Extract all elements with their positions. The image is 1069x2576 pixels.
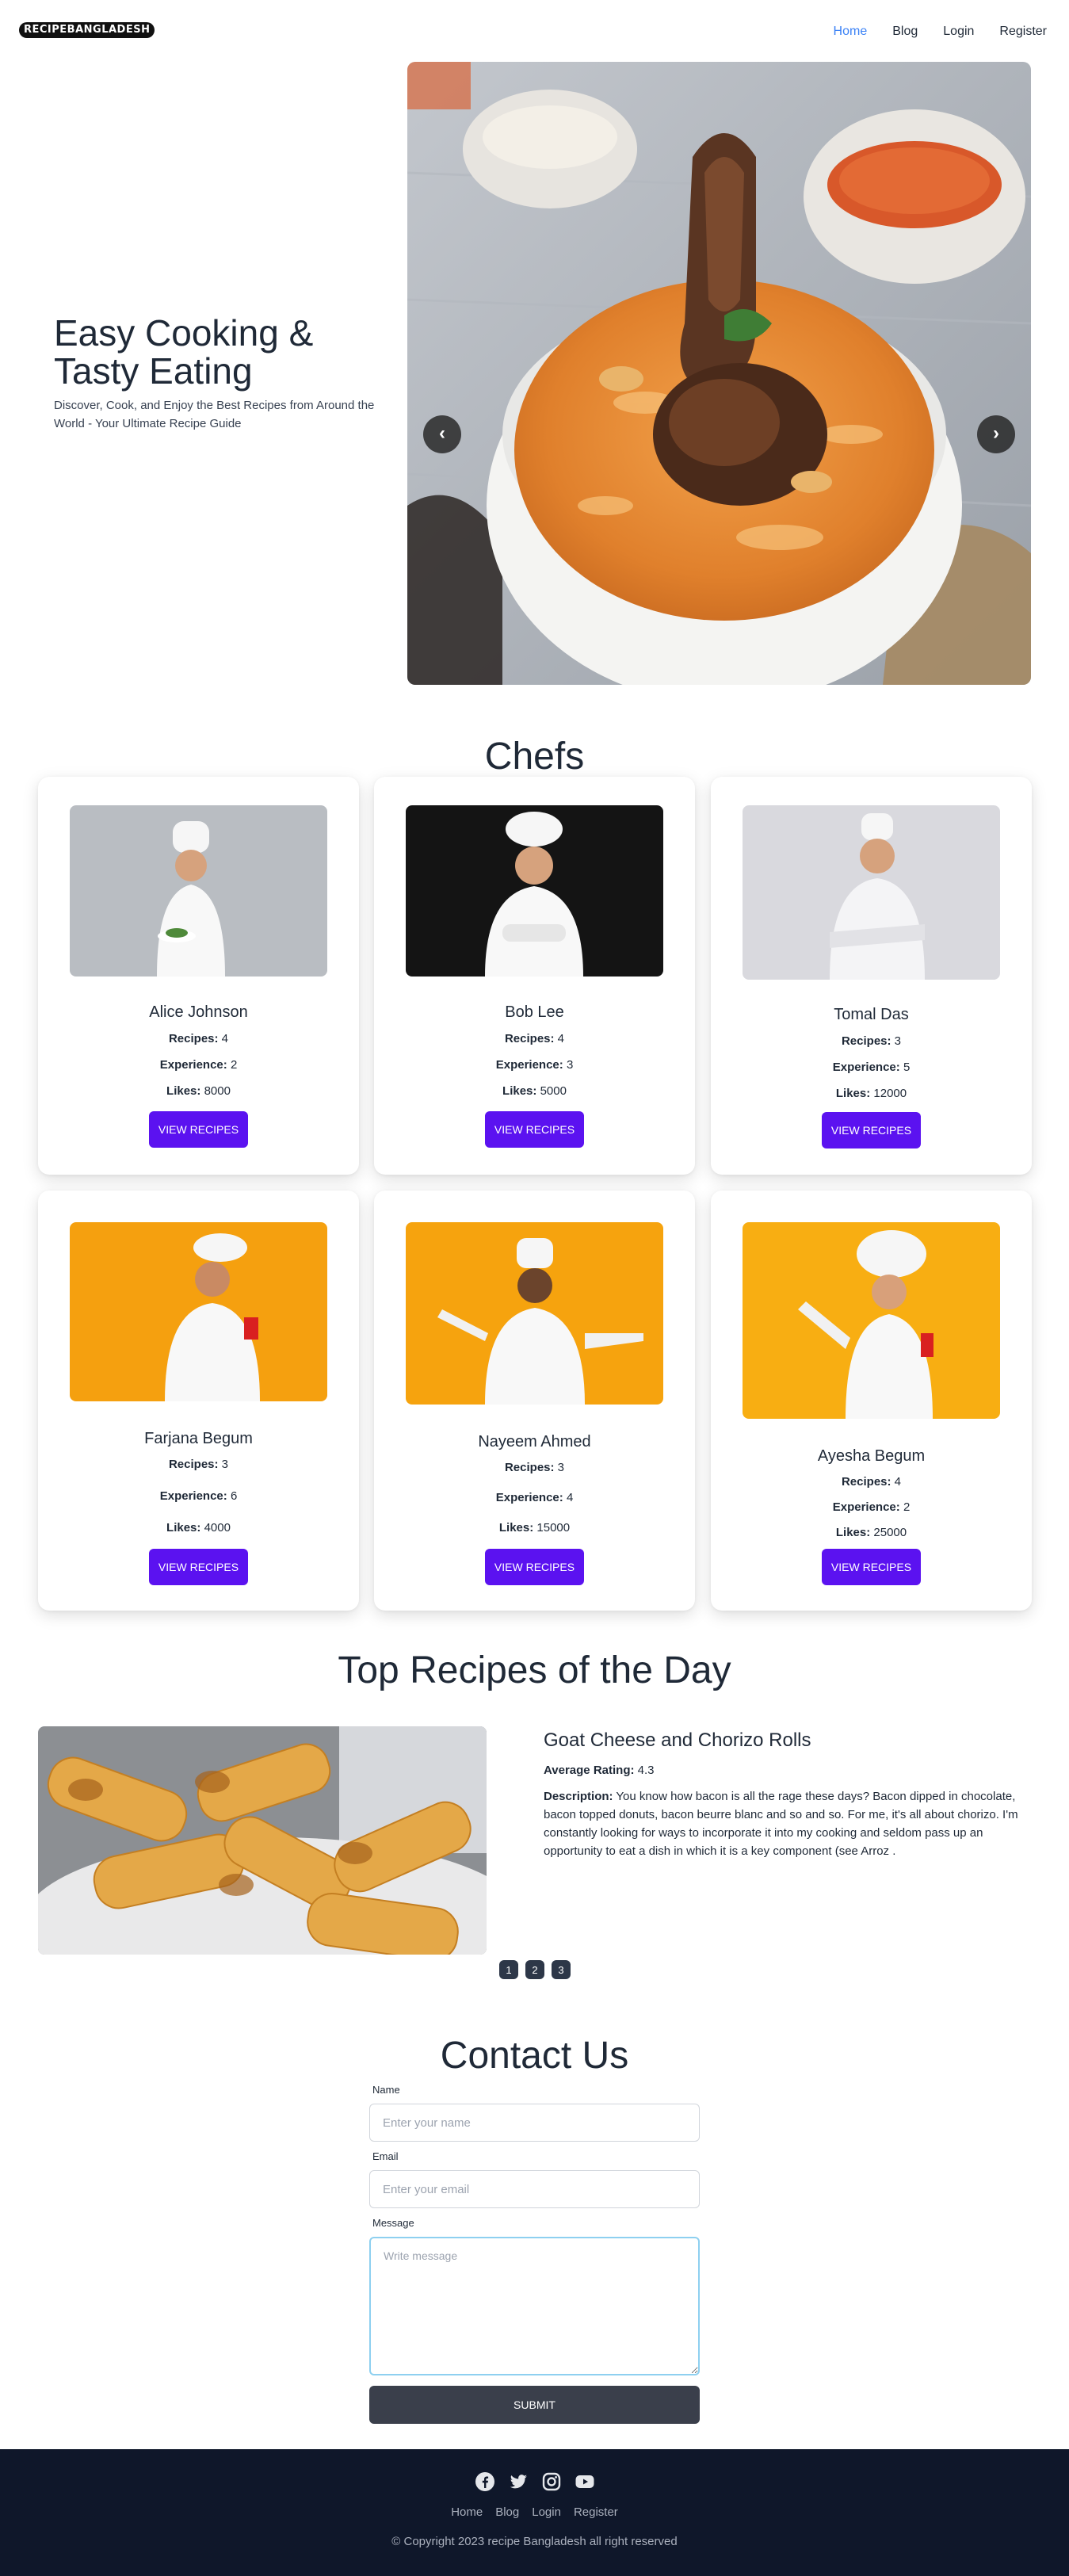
top-recipes-title: Top Recipes of the Day	[338, 1649, 731, 1691]
chef-card: Alice Johnson Recipes: 4 Experience: 2 L…	[38, 777, 359, 1175]
chef-likes: Likes: 5000	[502, 1084, 567, 1098]
hero-title: Easy Cooking & Tasty Eating	[54, 312, 314, 392]
chef-experience: Experience: 2	[159, 1058, 238, 1072]
submit-button[interactable]: Submit	[369, 2386, 700, 2424]
chef-recipes: Recipes: 3	[504, 1461, 565, 1474]
chef-experience: Experience: 2	[832, 1500, 911, 1514]
nav-link-blog[interactable]: Blog	[892, 24, 918, 40]
email-label: Email	[372, 2150, 399, 2162]
nav-links: Home Blog Login Register	[808, 24, 1047, 40]
footer: Home Blog Login Register © Copyright 202…	[0, 2449, 1069, 2576]
chef-likes: Likes: 8000	[166, 1084, 231, 1098]
chef-photo	[743, 805, 1000, 980]
social-links	[0, 2471, 1069, 2492]
biryani-photo	[407, 62, 1031, 685]
copyright-text: © Copyright 2023 recipe Bangladesh all r…	[391, 2535, 678, 2548]
contact-title: Contact Us	[440, 2035, 629, 2077]
chef-photo	[70, 805, 327, 977]
view-recipes-button[interactable]: View Recipes	[485, 1111, 584, 1148]
view-recipes-button[interactable]: View Recipes	[485, 1549, 584, 1585]
chef-photo	[406, 805, 663, 977]
chef-name: Nayeem Ahmed	[478, 1433, 591, 1450]
hero-subtitle: Discover, Cook, and Enjoy the Best Recip…	[54, 399, 375, 430]
chef-recipes: Recipes: 4	[168, 1032, 229, 1045]
chef-card: Bob Lee Recipes: 4 Experience: 3 Likes: …	[374, 777, 695, 1175]
recipe-photo	[38, 1726, 487, 1955]
chef-likes: Likes: 15000	[498, 1521, 571, 1535]
recipe-name: Goat Cheese and Chorizo Rolls	[544, 1729, 811, 1751]
name-label: Name	[372, 2084, 400, 2096]
chef-name: Alice Johnson	[149, 1003, 248, 1021]
name-field[interactable]	[369, 2104, 700, 2142]
nav-link-login[interactable]: Login	[943, 24, 974, 40]
chef-card: Nayeem Ahmed Recipes: 3 Experience: 4 Li…	[374, 1191, 695, 1611]
chef-name: Ayesha Begum	[817, 1447, 926, 1465]
footer-link-login[interactable]: Login	[532, 2505, 561, 2521]
chef-likes: Likes: 25000	[835, 1526, 907, 1539]
nav-link-register[interactable]: Register	[999, 24, 1047, 40]
facebook-icon[interactable]	[475, 2471, 495, 2492]
footer-link-register[interactable]: Register	[574, 2505, 618, 2521]
message-label: Message	[372, 2217, 414, 2229]
chef-experience: Experience: 3	[495, 1058, 574, 1072]
recipe-rating: Average Rating: 4.3	[544, 1764, 655, 1777]
chef-photo	[743, 1222, 1000, 1419]
recipe-info: Goat Cheese and Chorizo Rolls Average Ra…	[544, 1728, 1035, 1860]
chef-name: Farjana Begum	[144, 1430, 253, 1447]
footer-link-blog[interactable]: Blog	[495, 2505, 519, 2521]
navbar: RECIPEBANGLADESH Home Blog Login Registe…	[0, 0, 1069, 62]
chef-likes: Likes: 12000	[835, 1087, 907, 1100]
chef-likes: Likes: 4000	[166, 1521, 231, 1535]
site-logo[interactable]: RECIPEBANGLADESH	[19, 22, 155, 38]
view-recipes-button[interactable]: View Recipes	[822, 1112, 921, 1148]
recipe-description: Description: You know how bacon is all t…	[544, 1790, 1018, 1858]
twitter-icon[interactable]	[508, 2471, 529, 2492]
chef-experience: Experience: 5	[832, 1061, 911, 1074]
hero-text: Easy Cooking & Tasty Eating Discover, Co…	[54, 314, 399, 433]
instagram-icon[interactable]	[541, 2471, 562, 2492]
page-3-button[interactable]: 3	[552, 1960, 571, 1979]
chef-card: Farjana Begum Recipes: 3 Experience: 6 L…	[38, 1191, 359, 1611]
page-1-button[interactable]: 1	[499, 1960, 518, 1979]
footer-links: Home Blog Login Register	[0, 2505, 1069, 2521]
chef-card: Tomal Das Recipes: 3 Experience: 5 Likes…	[711, 777, 1032, 1175]
youtube-icon[interactable]	[575, 2471, 595, 2492]
chef-recipes: Recipes: 4	[841, 1475, 902, 1489]
carousel-prev-button[interactable]: ‹	[423, 415, 461, 453]
view-recipes-button[interactable]: View Recipes	[149, 1111, 248, 1148]
hero-carousel: ‹ ›	[407, 62, 1031, 685]
chef-name: Bob Lee	[505, 1003, 564, 1021]
message-field[interactable]	[369, 2237, 700, 2375]
nav-link-home[interactable]: Home	[834, 24, 868, 40]
chef-recipes: Recipes: 3	[168, 1458, 229, 1471]
chef-recipes: Recipes: 3	[841, 1034, 902, 1048]
email-field[interactable]	[369, 2170, 700, 2208]
chef-recipes: Recipes: 4	[504, 1032, 565, 1045]
chef-photo	[406, 1222, 663, 1405]
chef-photo	[70, 1222, 327, 1401]
carousel-next-button[interactable]: ›	[977, 415, 1015, 453]
chef-experience: Experience: 6	[159, 1489, 238, 1503]
chef-experience: Experience: 4	[495, 1491, 574, 1504]
chef-card: Ayesha Begum Recipes: 4 Experience: 2 Li…	[711, 1191, 1032, 1611]
chef-name: Tomal Das	[834, 1006, 909, 1023]
recipe-pagination: 1 2 3	[499, 1960, 571, 1979]
page-2-button[interactable]: 2	[525, 1960, 544, 1979]
view-recipes-button[interactable]: View Recipes	[149, 1549, 248, 1585]
chefs-section-title: Chefs	[484, 736, 585, 778]
footer-link-home[interactable]: Home	[451, 2505, 483, 2521]
view-recipes-button[interactable]: View Recipes	[822, 1549, 921, 1585]
